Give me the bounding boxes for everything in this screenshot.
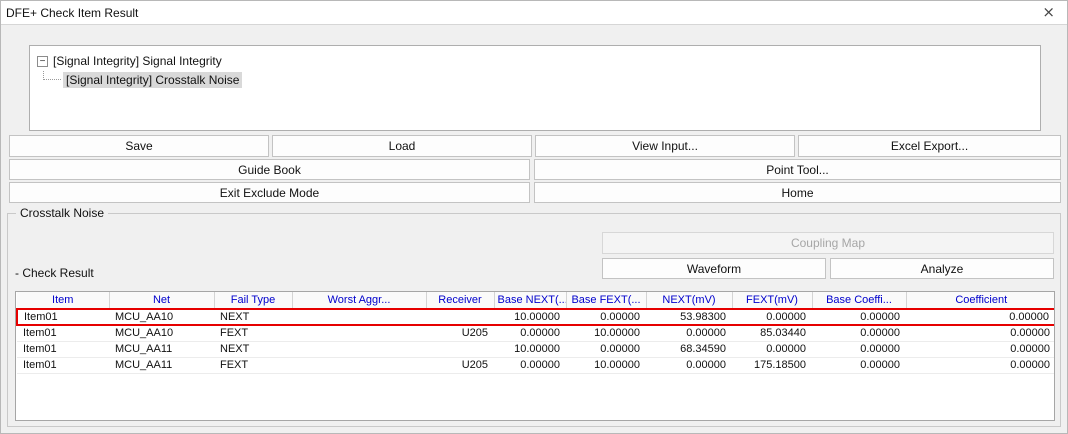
check-item-tree: − [Signal Integrity] Signal Integrity [S… <box>29 45 1041 131</box>
home-button[interactable]: Home <box>534 182 1061 203</box>
table-row[interactable]: Item01MCU_AA11FEXTU2050.0000010.000000.0… <box>17 357 1055 373</box>
table-cell: 0.00000 <box>732 309 812 325</box>
column-header[interactable]: Base FEXT(... <box>566 292 646 309</box>
check-result-label: - Check Result <box>15 266 94 280</box>
tree-item-crosstalk-noise[interactable]: [Signal Integrity] Crosstalk Noise <box>43 72 1040 88</box>
table-cell: 10.00000 <box>494 341 566 357</box>
table-cell: MCU_AA11 <box>109 357 214 373</box>
column-header[interactable]: FEXT(mV) <box>732 292 812 309</box>
exit-exclude-mode-button[interactable]: Exit Exclude Mode <box>9 182 530 203</box>
table-cell: 10.00000 <box>494 309 566 325</box>
window-title: DFE+ Check Item Result <box>1 6 138 20</box>
table-cell: U205 <box>426 357 494 373</box>
table-cell: 0.00000 <box>906 341 1055 357</box>
tree-connector <box>43 71 61 80</box>
tree-item-signal-integrity[interactable]: − [Signal Integrity] Signal Integrity <box>37 54 1040 68</box>
table-row[interactable]: Item01MCU_AA11NEXT10.000000.0000068.3459… <box>17 341 1055 357</box>
column-header[interactable]: Base NEXT(... <box>494 292 566 309</box>
table-cell: 0.00000 <box>646 357 732 373</box>
coupling-map-button[interactable]: Coupling Map <box>602 232 1054 254</box>
table-cell: 0.00000 <box>906 357 1055 373</box>
table-cell: FEXT <box>214 325 292 341</box>
view-input-button[interactable]: View Input... <box>535 135 795 157</box>
table-cell: 53.98300 <box>646 309 732 325</box>
table-cell: 175.18500 <box>732 357 812 373</box>
close-icon[interactable]: × <box>1042 5 1055 20</box>
table-cell: NEXT <box>214 341 292 357</box>
excel-export-button[interactable]: Excel Export... <box>798 135 1061 157</box>
table-cell: 10.00000 <box>566 357 646 373</box>
column-header[interactable]: Base Coeffi... <box>812 292 906 309</box>
table-cell: 0.00000 <box>494 325 566 341</box>
table-cell: 68.34590 <box>646 341 732 357</box>
table-cell <box>426 309 494 325</box>
table-cell: 0.00000 <box>566 341 646 357</box>
waveform-button[interactable]: Waveform <box>602 258 826 279</box>
table-cell <box>292 357 426 373</box>
table-cell: 0.00000 <box>494 357 566 373</box>
table-cell: Item01 <box>17 309 109 325</box>
dialog-window: DFE+ Check Item Result × − [Signal Integ… <box>0 0 1068 434</box>
load-button[interactable]: Load <box>272 135 532 157</box>
table-cell: 0.00000 <box>732 341 812 357</box>
table-cell <box>292 325 426 341</box>
save-button[interactable]: Save <box>9 135 269 157</box>
table-cell: NEXT <box>214 309 292 325</box>
table-cell: Item01 <box>17 325 109 341</box>
analyze-button[interactable]: Analyze <box>830 258 1054 279</box>
table-cell: 0.00000 <box>906 309 1055 325</box>
column-header[interactable]: Net <box>109 292 214 309</box>
table-row[interactable]: Item01MCU_AA10NEXT10.000000.0000053.9830… <box>17 309 1055 325</box>
table-header-row: ItemNetFail TypeWorst Aggr...ReceiverBas… <box>17 292 1055 309</box>
result-table: ItemNetFail TypeWorst Aggr...ReceiverBas… <box>16 292 1055 374</box>
table-body: Item01MCU_AA10NEXT10.000000.0000053.9830… <box>17 309 1055 373</box>
table-cell: Item01 <box>17 341 109 357</box>
table-cell: 0.00000 <box>812 357 906 373</box>
column-header[interactable]: NEXT(mV) <box>646 292 732 309</box>
column-header[interactable]: Item <box>17 292 109 309</box>
table-cell: 0.00000 <box>566 309 646 325</box>
table-cell: FEXT <box>214 357 292 373</box>
table-cell: 0.00000 <box>906 325 1055 341</box>
crosstalk-noise-group: Crosstalk Noise Coupling Map Waveform An… <box>7 213 1061 427</box>
table-cell <box>292 309 426 325</box>
check-result-table-container: ItemNetFail TypeWorst Aggr...ReceiverBas… <box>15 291 1055 421</box>
table-cell: 0.00000 <box>812 325 906 341</box>
table-cell: U205 <box>426 325 494 341</box>
table-cell: 0.00000 <box>812 309 906 325</box>
table-row[interactable]: Item01MCU_AA10FEXTU2050.0000010.000000.0… <box>17 325 1055 341</box>
column-header[interactable]: Fail Type <box>214 292 292 309</box>
table-cell: 0.00000 <box>812 341 906 357</box>
point-tool-button[interactable]: Point Tool... <box>534 159 1061 180</box>
title-bar: DFE+ Check Item Result × <box>1 1 1067 25</box>
group-title: Crosstalk Noise <box>16 206 108 220</box>
column-header[interactable]: Coefficient <box>906 292 1055 309</box>
table-cell: MCU_AA11 <box>109 341 214 357</box>
table-cell: MCU_AA10 <box>109 309 214 325</box>
table-cell: 85.03440 <box>732 325 812 341</box>
collapse-icon[interactable]: − <box>37 56 48 67</box>
table-cell <box>292 341 426 357</box>
tree-item-label: [Signal Integrity] Signal Integrity <box>53 54 222 68</box>
table-cell: Item01 <box>17 357 109 373</box>
guide-book-button[interactable]: Guide Book <box>9 159 530 180</box>
column-header[interactable]: Receiver <box>426 292 494 309</box>
table-cell <box>426 341 494 357</box>
table-cell: 0.00000 <box>646 325 732 341</box>
column-header[interactable]: Worst Aggr... <box>292 292 426 309</box>
tree-item-label-selected: [Signal Integrity] Crosstalk Noise <box>63 72 242 88</box>
table-cell: 10.00000 <box>566 325 646 341</box>
table-cell: MCU_AA10 <box>109 325 214 341</box>
